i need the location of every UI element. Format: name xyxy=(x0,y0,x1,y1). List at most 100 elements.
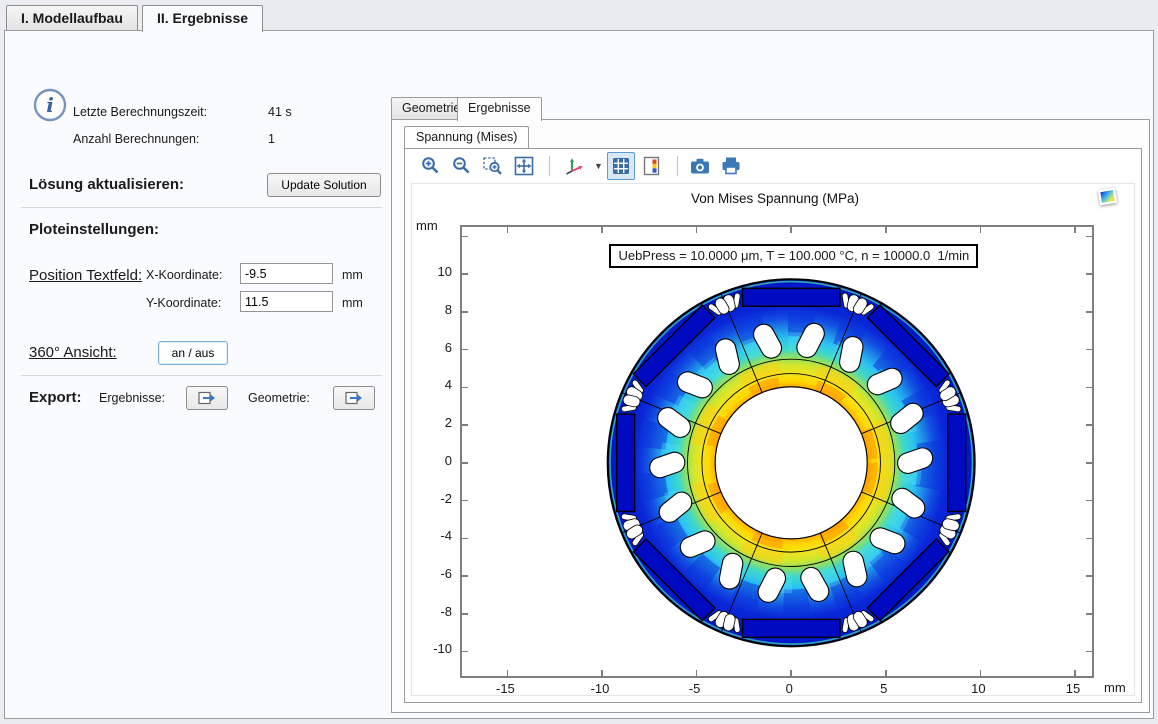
tab-ergebnisse-graphics[interactable]: Ergebnisse xyxy=(457,97,542,121)
y-coordinate-input[interactable] xyxy=(240,291,333,312)
y-tick-mark xyxy=(462,273,468,275)
x-unit-label: mm xyxy=(342,268,363,282)
computation-count-label: Anzahl Berechnungen: xyxy=(73,132,199,146)
view-360-toggle-button[interactable]: an / aus xyxy=(158,341,228,365)
zoom-extents-icon[interactable] xyxy=(510,152,538,180)
y-tick-label: -6 xyxy=(420,566,452,581)
y-tick-mark xyxy=(1086,236,1092,238)
x-tick-mark xyxy=(507,670,509,676)
tab-ergebnisse[interactable]: II. Ergebnisse xyxy=(142,5,263,32)
x-tick-mark xyxy=(1074,670,1076,676)
x-tick-mark xyxy=(601,670,603,676)
tab-spannung-mises[interactable]: Spannung (Mises) xyxy=(404,126,529,148)
y-tick-label: 6 xyxy=(420,340,452,355)
svg-text:i: i xyxy=(46,93,54,117)
x-tick-mark xyxy=(885,670,887,676)
export-results-button[interactable] xyxy=(186,386,228,410)
last-computation-value: 41 s xyxy=(268,105,292,119)
results-tab-panel: Spannung (Mises) xyxy=(391,119,1150,713)
chevron-down-icon[interactable]: ▼ xyxy=(594,161,603,171)
y-tick-mark xyxy=(1086,575,1092,577)
export-geometry-label: Geometrie: xyxy=(248,391,310,405)
last-computation-label: Letzte Berechnungszeit: xyxy=(73,105,207,119)
y-tick-mark xyxy=(1086,424,1092,426)
graphics-toolbar: ▼ xyxy=(405,149,1141,183)
x-tick-label: -15 xyxy=(488,681,522,696)
x-coordinate-input[interactable] xyxy=(240,263,333,284)
y-tick-label: 0 xyxy=(420,453,452,468)
x-tick-mark xyxy=(507,227,509,233)
x-tick-label: -5 xyxy=(678,681,712,696)
x-tick-mark xyxy=(885,227,887,233)
plot-frame xyxy=(460,225,1094,678)
y-tick-label: -2 xyxy=(420,491,452,506)
x-tick-mark xyxy=(980,227,982,233)
plot-annotation: UebPress = 10.0000 μm, T = 100.000 °C, n… xyxy=(609,244,978,268)
y-tick-mark xyxy=(462,462,468,464)
y-tick-mark xyxy=(1086,500,1092,502)
y-tick-mark xyxy=(1086,651,1092,653)
view-orientation-icon[interactable] xyxy=(558,152,590,180)
view-360-heading: 360° Ansicht: xyxy=(29,344,117,361)
toolbar-separator xyxy=(677,156,678,176)
image-snapshot-icon[interactable] xyxy=(686,152,714,180)
print-icon[interactable] xyxy=(717,152,745,180)
y-tick-label: -4 xyxy=(420,528,452,543)
y-tick-mark xyxy=(462,387,468,389)
plot-area[interactable]: Von Mises Spannung (MPa) mm UebPress = 1… xyxy=(411,183,1135,696)
y-unit-label: mm xyxy=(342,296,363,310)
tab-modellaufbau[interactable]: I. Modellaufbau xyxy=(6,5,138,31)
export-icon xyxy=(198,391,216,405)
y-tick-mark xyxy=(462,424,468,426)
y-tick-mark xyxy=(462,575,468,577)
y-coordinate-label: Y-Koordinate: xyxy=(146,296,221,310)
y-tick-mark xyxy=(462,311,468,313)
export-icon xyxy=(345,391,363,405)
section-divider xyxy=(21,375,381,376)
y-tick-mark xyxy=(462,349,468,351)
plot-title: Von Mises Spannung (MPa) xyxy=(460,191,1090,206)
color-legend-icon[interactable] xyxy=(638,152,666,180)
computation-count-value: 1 xyxy=(268,132,275,146)
x-tick-mark xyxy=(790,670,792,676)
x-tick-label: 15 xyxy=(1056,681,1090,696)
y-tick-mark xyxy=(1086,349,1092,351)
x-tick-label: 0 xyxy=(772,681,806,696)
export-results-label: Ergebnisse: xyxy=(99,391,165,405)
y-tick-label: 10 xyxy=(420,264,452,279)
solution-heading: Lösung aktualisieren: xyxy=(29,176,184,193)
x-coordinate-label: X-Koordinate: xyxy=(146,268,222,282)
rotor-plot[interactable] xyxy=(462,227,1092,676)
y-tick-label: -8 xyxy=(420,604,452,619)
export-heading: Export: xyxy=(29,389,82,406)
y-tick-mark xyxy=(1086,613,1092,615)
plot-thumbnail-icon[interactable] xyxy=(1098,188,1117,205)
x-tick-mark xyxy=(980,670,982,676)
x-axis-unit: mm xyxy=(1104,680,1126,695)
x-tick-mark xyxy=(696,670,698,676)
section-divider xyxy=(21,207,381,208)
y-tick-mark xyxy=(462,538,468,540)
plot-settings-heading: Ploteinstellungen: xyxy=(29,221,159,238)
y-tick-mark xyxy=(462,500,468,502)
y-tick-label: 2 xyxy=(420,415,452,430)
spannung-mises-panel: ▼ xyxy=(404,148,1142,703)
zoom-in-icon[interactable] xyxy=(417,152,445,180)
y-tick-mark xyxy=(462,651,468,653)
y-axis-unit: mm xyxy=(416,218,438,233)
export-geometry-button[interactable] xyxy=(333,386,375,410)
grid-toggle-icon[interactable] xyxy=(607,152,635,180)
update-solution-button[interactable]: Update Solution xyxy=(267,173,381,197)
x-tick-label: 5 xyxy=(867,681,901,696)
y-tick-mark xyxy=(1086,311,1092,313)
y-tick-label: 8 xyxy=(420,302,452,317)
zoom-out-icon[interactable] xyxy=(448,152,476,180)
y-tick-label: 4 xyxy=(420,377,452,392)
x-tick-mark xyxy=(601,227,603,233)
y-tick-mark xyxy=(1086,462,1092,464)
y-tick-label: -10 xyxy=(420,641,452,656)
zoom-box-icon[interactable] xyxy=(479,152,507,180)
y-tick-mark xyxy=(1086,538,1092,540)
x-tick-mark xyxy=(696,227,698,233)
toolbar-separator xyxy=(549,156,550,176)
